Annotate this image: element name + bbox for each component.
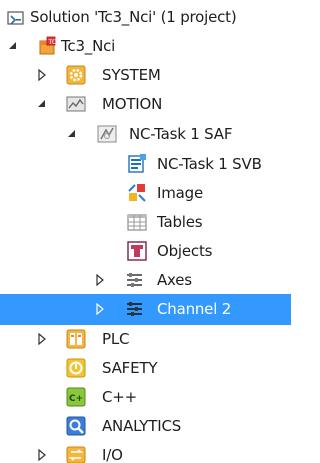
collapsed-arrow-icon[interactable] [36, 333, 48, 345]
image-icon [127, 183, 147, 203]
tree-item-nc-task-saf[interactable]: NC-Task 1 SAF [0, 120, 291, 149]
tree-item-tables[interactable]: Tables [0, 208, 291, 237]
expanded-arrow-icon[interactable] [36, 98, 48, 110]
tree-item-label: Tables [157, 213, 203, 231]
project-icon: TC [38, 36, 58, 56]
solution-explorer-tree: Solution 'Tc3_Nci' (1 project) TC Tc3_Nc… [0, 0, 291, 463]
tree-item-system[interactable]: SYSTEM [0, 61, 291, 90]
tree-item-label: Channel 2 [157, 300, 232, 318]
collapsed-arrow-icon[interactable] [94, 274, 106, 286]
io-icon [66, 445, 86, 463]
tree-item-plc[interactable]: PLC [0, 325, 291, 354]
tree-item-label: NC-Task 1 SVB [157, 155, 262, 173]
tree-item-label: Tc3_Nci [61, 37, 116, 55]
tree-item-io[interactable]: I/O [0, 441, 291, 463]
svb-icon [127, 154, 147, 174]
collapsed-arrow-icon[interactable] [36, 69, 48, 81]
collapsed-arrow-icon[interactable] [36, 449, 48, 461]
tree-item-label: NC-Task 1 SAF [129, 125, 233, 143]
tree-item-cpp[interactable]: C+ C++ [0, 383, 291, 412]
solution-icon [6, 8, 26, 28]
tree-item-channel-2[interactable]: Channel 2 [0, 294, 291, 325]
channel-icon [125, 299, 145, 319]
tree-item-label: Solution 'Tc3_Nci' (1 project) [30, 8, 237, 26]
tree-item-axes[interactable]: Axes [0, 266, 291, 295]
objects-icon [127, 241, 147, 261]
tree-item-image[interactable]: Image [0, 179, 291, 208]
tree-item-safety[interactable]: SAFETY [0, 354, 291, 383]
tree-item-label: Objects [157, 242, 213, 260]
tree-item-label: SAFETY [102, 359, 158, 377]
tree-item-label: I/O [102, 446, 123, 463]
tree-item-label: SYSTEM [102, 66, 161, 84]
tree-item-nc-task-svb[interactable]: NC-Task 1 SVB [0, 150, 291, 179]
collapsed-arrow-icon[interactable] [94, 303, 106, 315]
axes-icon [125, 270, 145, 290]
expanded-arrow-icon[interactable] [66, 128, 78, 140]
analytics-icon [66, 416, 86, 436]
tree-item-label: PLC [102, 330, 130, 348]
tree-item-label: Axes [157, 271, 192, 289]
tree-item-solution[interactable]: Solution 'Tc3_Nci' (1 project) [0, 3, 291, 32]
tree-item-analytics[interactable]: ANALYTICS [0, 412, 291, 441]
tree-item-label: ANALYTICS [102, 417, 182, 435]
plc-icon [66, 329, 86, 349]
svg-text:C+: C+ [69, 394, 83, 404]
tree-item-label: Image [157, 184, 203, 202]
nc-task-icon [97, 124, 117, 144]
motion-icon [66, 94, 86, 114]
svg-text:TC: TC [48, 39, 57, 46]
tree-item-motion[interactable]: MOTION [0, 90, 291, 119]
tree-item-label: C++ [102, 388, 138, 406]
safety-icon [66, 358, 86, 378]
tree-item-objects[interactable]: Objects [0, 237, 291, 266]
tree-item-label: MOTION [102, 95, 163, 113]
tables-icon [127, 212, 147, 232]
system-gear-icon [66, 65, 86, 85]
tree-item-project[interactable]: TC Tc3_Nci [0, 32, 291, 61]
expanded-arrow-icon[interactable] [7, 40, 19, 52]
cpp-icon: C+ [66, 387, 86, 407]
